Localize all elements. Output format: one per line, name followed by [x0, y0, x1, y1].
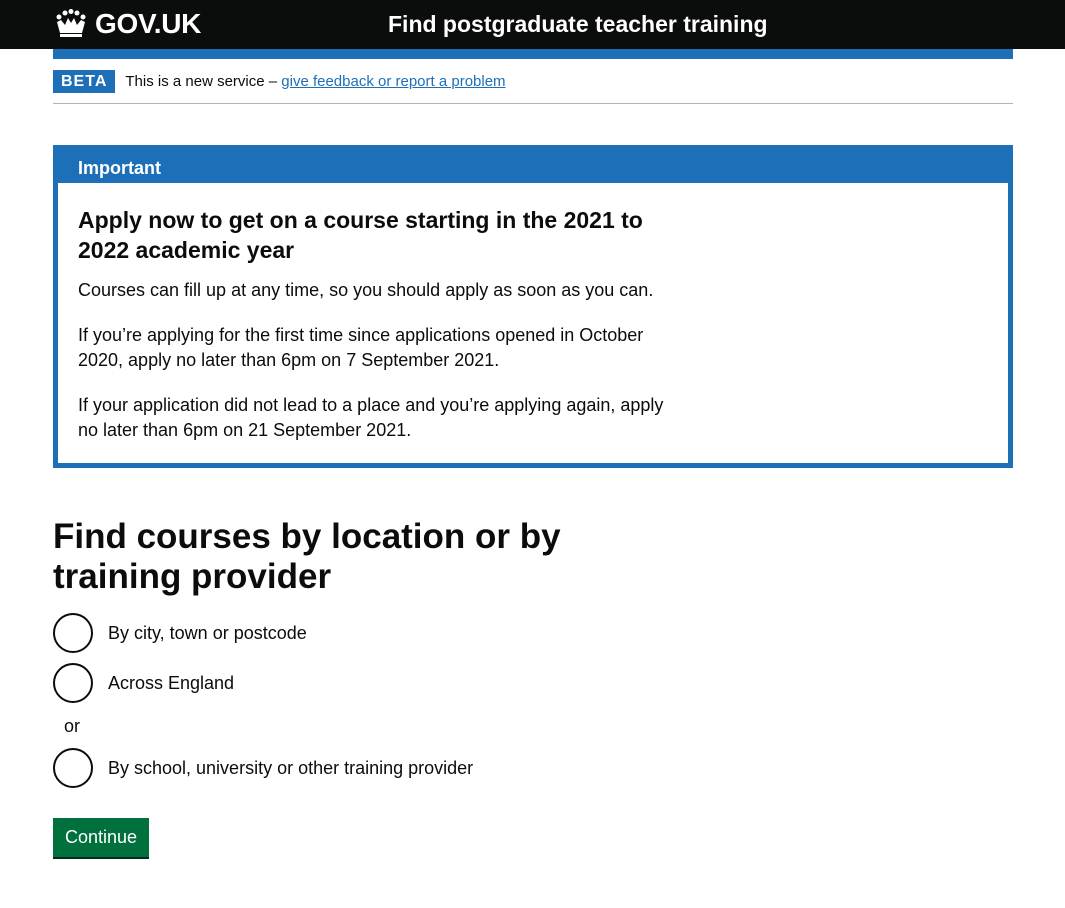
radio-button[interactable]: [53, 748, 93, 788]
notification-content: Apply now to get on a course starting in…: [58, 183, 1008, 463]
page-title: Find courses by location or by training …: [53, 517, 561, 596]
radio-by-provider[interactable]: By school, university or other training …: [53, 748, 473, 788]
service-name-link[interactable]: Find postgraduate teacher training: [388, 9, 768, 39]
continue-button[interactable]: Continue: [53, 818, 150, 857]
notification-paragraph: If you’re applying for the first time si…: [78, 325, 644, 370]
important-notification-banner: Important Apply now to get on a course s…: [53, 145, 1013, 468]
notification-paragraph: Courses can fill up at any time, so you …: [78, 280, 654, 300]
radio-by-location[interactable]: By city, town or postcode: [53, 613, 307, 653]
govuk-logo-link[interactable]: GOV.UK: [53, 7, 201, 41]
phase-banner-message: This is a new service –: [125, 73, 282, 90]
radio-button[interactable]: [53, 613, 93, 653]
logo-text: GOV.UK: [95, 8, 202, 39]
phase-banner: BETA This is a new service – give feedba…: [53, 70, 1013, 104]
header-blue-underline: [53, 49, 1013, 59]
radio-label[interactable]: Across England: [108, 671, 234, 696]
site-header: GOV.UK Find postgraduate teacher trainin…: [0, 0, 1065, 49]
phase-banner-text: This is a new service – give feedback or…: [125, 70, 505, 93]
radio-label[interactable]: By school, university or other training …: [108, 756, 473, 781]
radio-button[interactable]: [53, 663, 93, 703]
radio-or-divider: or: [64, 716, 81, 736]
crown-icon: [56, 9, 86, 37]
notification-title: Important: [78, 158, 161, 178]
radio-label[interactable]: By city, town or postcode: [108, 621, 307, 646]
notification-heading: Apply now to get on a course starting in…: [78, 207, 643, 263]
beta-tag: BETA: [53, 70, 116, 93]
radio-across-england[interactable]: Across England: [53, 663, 234, 703]
notification-paragraph: If your application did not lead to a pl…: [78, 395, 664, 440]
feedback-link[interactable]: give feedback or report a problem: [281, 73, 505, 90]
